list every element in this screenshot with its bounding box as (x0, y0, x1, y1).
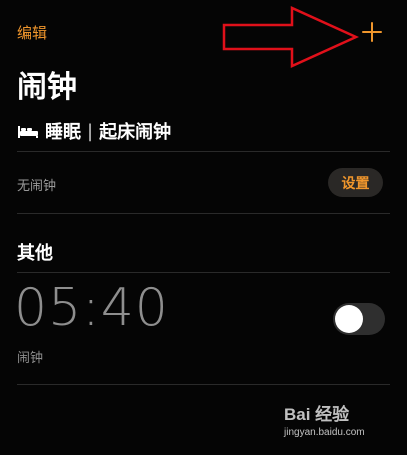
alarm-screen: 编辑 闹钟 睡眠 | 起床闹钟 无闹钟 设置 其他 05:40 闹钟 Bai 经… (0, 0, 407, 455)
sleep-header: 睡眠 | 起床闹钟 (17, 118, 171, 144)
divider (17, 272, 390, 273)
divider (17, 213, 390, 214)
bed-icon (18, 126, 38, 138)
annotation-arrow (222, 6, 360, 68)
section-title-other: 其他 (17, 243, 53, 264)
watermark-brand: Bai 经验 (284, 405, 350, 424)
watermark-url: jingyan.baidu.com (284, 427, 365, 438)
alarm-label: 闹钟 (17, 351, 44, 366)
divider (17, 151, 390, 152)
wake-up-alarm-label: 起床闹钟 (99, 122, 172, 143)
alarm-time: 05:40 (14, 278, 169, 338)
edit-button[interactable]: 编辑 (17, 22, 47, 43)
watermark: Bai 经验 jingyan.baidu.com (284, 400, 365, 438)
setup-button[interactable]: 设置 (328, 168, 383, 197)
toggle-knob (335, 305, 363, 333)
add-alarm-button[interactable] (356, 16, 388, 48)
plus-icon (362, 22, 382, 42)
divider (17, 384, 390, 385)
no-alarm-text: 无闹钟 (17, 179, 57, 194)
separator: | (87, 120, 94, 142)
alarm-toggle[interactable] (333, 303, 385, 335)
page-title: 闹钟 (17, 70, 77, 105)
sleep-label: 睡眠 (45, 122, 81, 143)
